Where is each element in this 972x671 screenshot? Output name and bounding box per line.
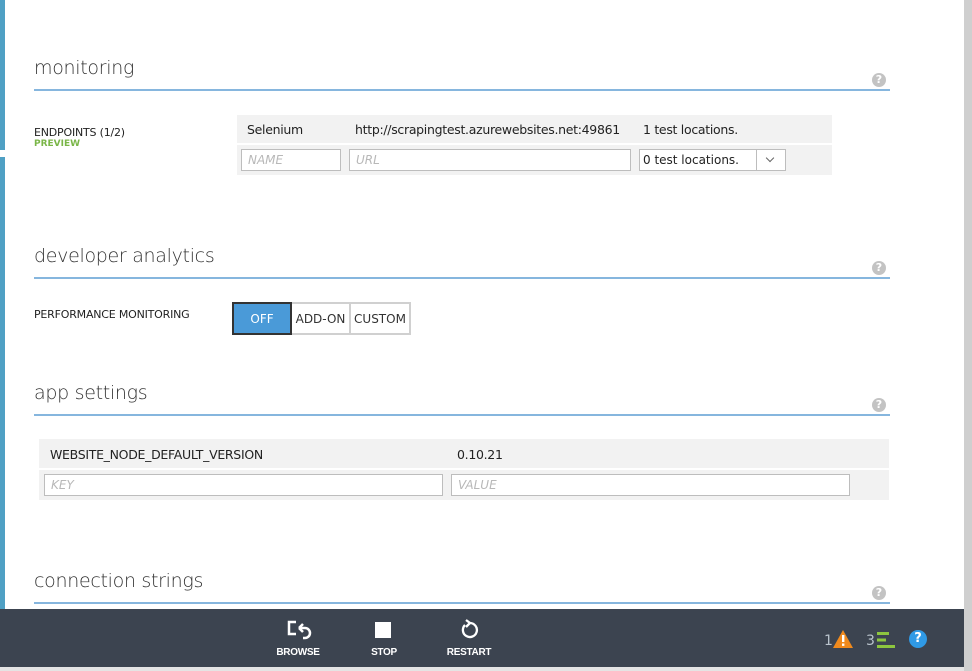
dropdown-button[interactable] (756, 150, 785, 170)
toggle-off[interactable]: OFF (232, 302, 292, 335)
command-bar: BROWSE STOP RESTART 1 3 ? (0, 609, 964, 667)
endpoint-name-input[interactable] (241, 149, 341, 171)
operations-icon[interactable] (876, 631, 896, 649)
restart-icon (461, 619, 479, 639)
endpoint-url-input[interactable] (349, 149, 631, 171)
stop-icon (375, 622, 391, 638)
stop-button[interactable]: STOP (349, 609, 419, 667)
section-title-monitoring: monitoring (34, 57, 135, 79)
endpoint-url: http://scrapingtest.azurewebsites.net:49… (355, 122, 620, 137)
window-bottom-edge (0, 667, 964, 671)
help-icon[interactable]: ? (872, 586, 886, 600)
help-icon[interactable]: ? (872, 261, 886, 275)
browse-icon (287, 620, 312, 640)
preview-badge: PREVIEW (34, 139, 81, 149)
toggle-custom[interactable]: CUSTOM (349, 302, 411, 335)
endpoint-locations: 1 test locations. (643, 122, 738, 137)
browse-label: BROWSE (276, 647, 320, 658)
section-divider (34, 89, 890, 91)
section-title-developer-analytics: developer analytics (34, 245, 215, 267)
endpoints-label: ENDPOINTS (1/2) (34, 126, 125, 139)
help-button[interactable]: ? (909, 630, 927, 648)
performance-monitoring-toggle: OFF ADD-ON CUSTOM (232, 302, 411, 335)
test-locations-value: 0 test locations. (643, 153, 739, 167)
section-divider (34, 602, 890, 604)
app-setting-row: WEBSITE_NODE_DEFAULT_VERSION 0.10.21 (39, 439, 889, 468)
nav-accent-bar (0, 157, 5, 609)
help-icon[interactable]: ? (872, 398, 886, 412)
warning-icon[interactable] (832, 629, 854, 649)
app-setting-key: WEBSITE_NODE_DEFAULT_VERSION (50, 447, 263, 462)
operations-count[interactable]: 3 (866, 633, 875, 649)
section-divider (34, 277, 890, 279)
vertical-scrollbar[interactable] (964, 0, 972, 671)
endpoint-name: Selenium (247, 122, 303, 137)
section-title-app-settings: app settings (34, 382, 148, 404)
chevron-down-icon (765, 153, 775, 163)
stop-label: STOP (371, 647, 397, 658)
browse-button[interactable]: BROWSE (263, 609, 333, 667)
app-setting-key-input[interactable] (44, 474, 443, 496)
restart-button[interactable]: RESTART (434, 609, 504, 667)
performance-monitoring-label: PERFORMANCE MONITORING (34, 308, 190, 321)
test-locations-select[interactable]: 0 test locations. (639, 149, 786, 171)
section-title-connection-strings: connection strings (34, 570, 204, 592)
restart-label: RESTART (446, 647, 492, 658)
help-icon[interactable]: ? (872, 73, 886, 87)
endpoint-row: Selenium http://scrapingtest.azurewebsit… (237, 115, 832, 143)
toggle-add-on[interactable]: ADD-ON (290, 302, 351, 335)
app-setting-value-input[interactable] (451, 474, 850, 496)
nav-accent-bar (0, 0, 5, 150)
app-setting-value: 0.10.21 (457, 447, 503, 462)
section-divider (34, 414, 890, 416)
